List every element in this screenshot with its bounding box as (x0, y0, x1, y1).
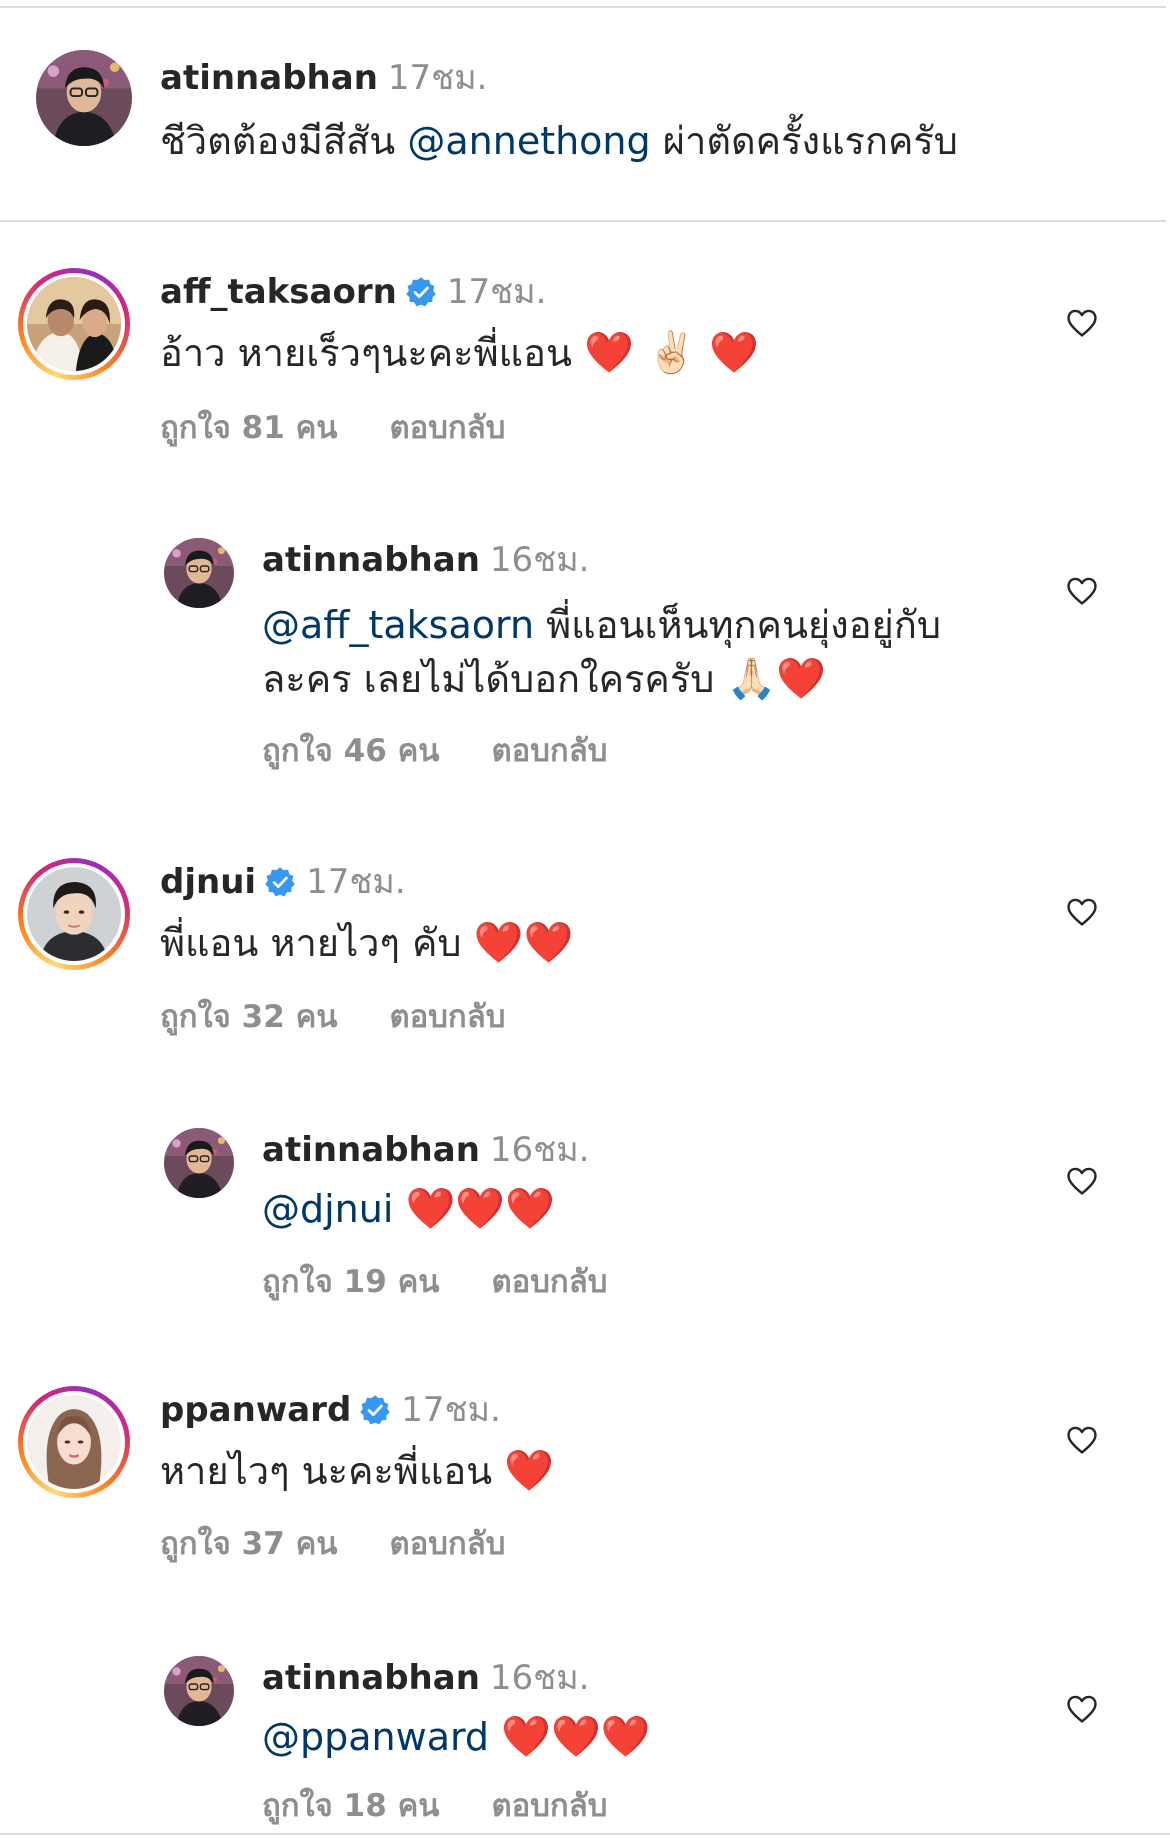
heart-outline-icon[interactable] (1064, 1164, 1100, 1198)
comment-text: @ppanward ❤️❤️❤️ (262, 1710, 1002, 1764)
timestamp: 16ชม. (489, 1130, 590, 1170)
mention-link[interactable]: @aff_taksaorn (262, 603, 534, 647)
comment-text: อ้าว หายเร็วๆนะคะพี่แอน ❤️ ✌🏻 ❤️ (160, 326, 1040, 380)
comment-meta: ถูกใจ 18 คน ตอบกลับ (262, 1786, 607, 1826)
timestamp: 16ชม. (489, 1658, 590, 1698)
story-ring[interactable] (18, 268, 130, 380)
comment-text: หายไวๆ นะคะพี่แอน ❤️ (160, 1444, 1040, 1498)
like-count[interactable]: ถูกใจ 32 คน (160, 999, 338, 1035)
bottom-divider (0, 1833, 1170, 1835)
comment-header: atinnabhan 16ชม. (262, 538, 589, 582)
avatar[interactable] (36, 50, 132, 146)
reply-button[interactable]: ตอบกลับ (390, 410, 506, 446)
comment-meta: ถูกใจ 32 คน ตอบกลับ (160, 997, 505, 1037)
comment-body: พี่แอน หายไวๆ คับ (160, 921, 462, 965)
timestamp: 17ชม. (387, 58, 488, 98)
comment-header: ppanward 17ชม. (160, 1388, 501, 1432)
caption-text-before: ชีวิตต้องมีสีสัน (160, 119, 408, 163)
story-ring[interactable] (18, 858, 130, 970)
comment-text: พี่แอน หายไวๆ คับ ❤️❤️ (160, 916, 1040, 970)
emoji: ❤️❤️❤️ (501, 1714, 651, 1760)
emoji: ❤️❤️❤️ (405, 1186, 555, 1232)
verified-badge-icon (405, 276, 437, 308)
comment-header: atinnabhan 16ชม. (262, 1128, 589, 1172)
username[interactable]: aff_taksaorn (160, 272, 397, 312)
timestamp: 17ชม. (306, 862, 406, 902)
avatar (27, 1395, 121, 1489)
comment-meta: ถูกใจ 37 คน ตอบกลับ (160, 1524, 505, 1564)
like-count[interactable]: ถูกใจ 18 คน (262, 1788, 440, 1824)
like-count[interactable]: ถูกใจ 37 คน (160, 1526, 338, 1562)
like-count[interactable]: ถูกใจ 19 คน (262, 1264, 440, 1300)
comment-text: @aff_taksaorn พี่แอนเห็นทุกคนยุ่งอยู่กับ… (262, 598, 1002, 706)
username[interactable]: atinnabhan (262, 1130, 480, 1170)
reply-button[interactable]: ตอบกลับ (492, 733, 608, 769)
mention-link[interactable]: @ppanward (262, 1715, 489, 1759)
username[interactable]: atinnabhan (262, 1658, 480, 1698)
like-count[interactable]: ถูกใจ 81 คน (160, 410, 338, 446)
comment-header: aff_taksaorn 17ชม. (160, 270, 546, 314)
caption-header: atinnabhan 17ชม. (160, 56, 487, 100)
heart-outline-icon[interactable] (1064, 895, 1100, 929)
heart-outline-icon[interactable] (1064, 574, 1100, 608)
emoji: 🙏🏻❤️ (726, 656, 827, 702)
timestamp: 17ชม. (401, 1390, 501, 1430)
comment-meta: ถูกใจ 46 คน ตอบกลับ (262, 731, 607, 771)
emoji: ❤️ (504, 1448, 555, 1494)
username[interactable]: atinnabhan (262, 540, 480, 580)
heart-outline-icon[interactable] (1064, 306, 1100, 340)
verified-badge-icon (359, 1394, 391, 1426)
comment-body: หายไวๆ นะคะพี่แอน (160, 1449, 493, 1493)
username[interactable]: atinnabhan (160, 58, 378, 98)
top-divider (0, 6, 1166, 8)
avatar[interactable] (164, 1656, 234, 1726)
timestamp: 17ชม. (446, 272, 547, 312)
comment-header: djnui 17ชม. (160, 860, 406, 904)
username[interactable]: ppanward (160, 1390, 351, 1430)
mention-link[interactable]: @annethong (407, 119, 650, 163)
emoji: ❤️ ✌🏻 ❤️ (584, 330, 759, 376)
caption-text: ชีวิตต้องมีสีสัน @annethong ผ่าตัดครั้งแ… (160, 114, 1100, 168)
verified-badge-icon (264, 866, 296, 898)
comment-text: @djnui ❤️❤️❤️ (262, 1182, 1002, 1236)
caption-divider (0, 220, 1166, 222)
reply-button[interactable]: ตอบกลับ (492, 1788, 608, 1824)
reply-button[interactable]: ตอบกลับ (390, 1526, 506, 1562)
timestamp: 16ชม. (489, 540, 590, 580)
comment-meta: ถูกใจ 81 คน ตอบกลับ (160, 408, 505, 448)
comment-meta: ถูกใจ 19 คน ตอบกลับ (262, 1262, 607, 1302)
avatar[interactable] (164, 538, 234, 608)
heart-outline-icon[interactable] (1064, 1692, 1100, 1726)
avatar (27, 277, 121, 371)
emoji: ❤️❤️ (473, 920, 574, 966)
mention-link[interactable]: @djnui (262, 1187, 393, 1231)
caption-text-after: ผ่าตัดครั้งแรกครับ (650, 119, 958, 163)
reply-button[interactable]: ตอบกลับ (492, 1264, 608, 1300)
like-count[interactable]: ถูกใจ 46 คน (262, 733, 440, 769)
reply-button[interactable]: ตอบกลับ (390, 999, 506, 1035)
story-ring[interactable] (18, 1386, 130, 1498)
comment-body: อ้าว หายเร็วๆนะคะพี่แอน (160, 331, 572, 375)
username[interactable]: djnui (160, 862, 256, 902)
heart-outline-icon[interactable] (1064, 1423, 1100, 1457)
comment-header: atinnabhan 16ชม. (262, 1656, 589, 1700)
avatar[interactable] (164, 1128, 234, 1198)
avatar (27, 867, 121, 961)
